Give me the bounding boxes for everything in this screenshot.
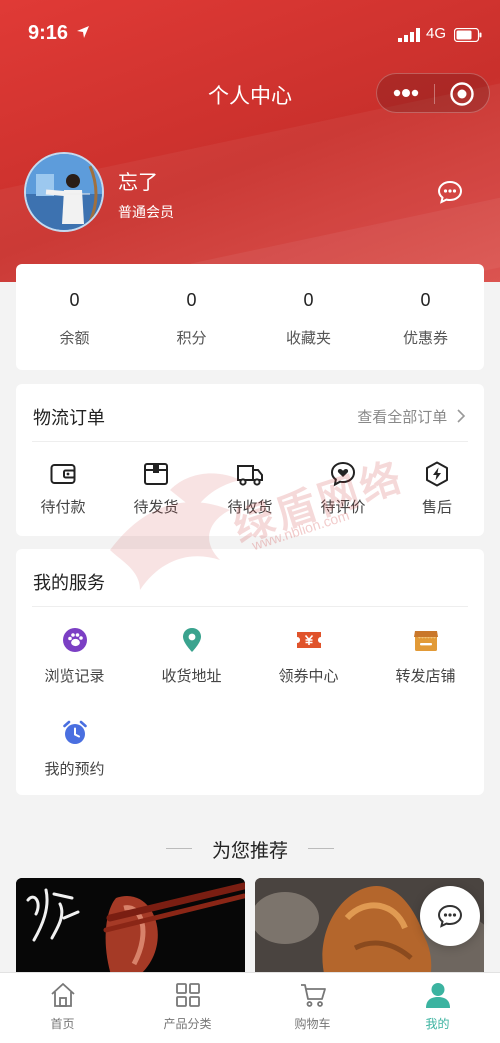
product-image xyxy=(16,878,245,978)
home-icon xyxy=(50,983,75,1007)
view-all-orders-link[interactable]: 查看全部订单 xyxy=(357,406,466,427)
service-label: 转发店铺 xyxy=(395,667,456,685)
order-label: 待评价 xyxy=(320,498,366,516)
chevron-right-icon xyxy=(457,409,466,423)
bottom-tab-bar: 首页 产品分类 购物车 我的 xyxy=(0,972,500,1043)
miniapp-capsule xyxy=(376,73,490,113)
coupon-icon xyxy=(296,632,321,648)
cart-icon xyxy=(300,984,326,1007)
chat-bubble-icon xyxy=(437,904,463,928)
tab-label: 产品分类 xyxy=(163,1017,212,1031)
store-icon xyxy=(413,631,438,651)
username: 忘了 xyxy=(118,170,158,194)
service-label: 我的预约 xyxy=(44,760,105,778)
stat-value: 0 xyxy=(420,290,431,310)
account-stats-card: 0 余额 0 积分 0 收藏夹 0 优惠券 xyxy=(16,264,484,370)
order-after-sales[interactable]: 售后 xyxy=(390,460,484,517)
tab-cart[interactable]: 购物车 xyxy=(250,981,375,1032)
stat-label: 积分 xyxy=(176,329,207,347)
stat-favorites[interactable]: 0 收藏夹 xyxy=(250,290,367,348)
tab-label: 我的 xyxy=(425,1017,450,1031)
tab-categories[interactable]: 产品分类 xyxy=(125,981,250,1032)
services-title: 我的服务 xyxy=(33,573,105,594)
order-label: 待收货 xyxy=(227,498,273,516)
stat-value: 0 xyxy=(186,290,197,310)
signal-icon xyxy=(398,28,420,42)
tab-label: 购物车 xyxy=(294,1017,331,1031)
product-card[interactable] xyxy=(16,878,245,978)
service-label: 收货地址 xyxy=(161,667,222,685)
alarm-clock-icon xyxy=(62,720,87,744)
stat-label: 余额 xyxy=(59,329,90,347)
tab-label: 首页 xyxy=(50,1017,75,1031)
stat-points[interactable]: 0 积分 xyxy=(133,290,250,348)
status-bar: 9:16 4G xyxy=(0,22,500,52)
stat-label: 优惠券 xyxy=(402,329,448,347)
order-label: 待发货 xyxy=(133,498,179,516)
wallet-icon xyxy=(50,464,76,484)
stat-label: 收藏夹 xyxy=(285,329,331,347)
stat-coupons[interactable]: 0 优惠券 xyxy=(367,290,484,348)
battery-icon xyxy=(454,28,482,42)
view-all-label: 查看全部订单 xyxy=(357,408,448,426)
location-arrow-icon xyxy=(77,26,89,38)
orders-card: 物流订单 查看全部订单 待付款 待发货 待收货 待评价 售后 xyxy=(16,384,484,536)
service-my-reservations[interactable]: 我的预约 xyxy=(16,720,133,779)
order-pending-receipt[interactable]: 待收货 xyxy=(203,460,297,517)
status-time: 9:16 xyxy=(28,22,69,44)
service-browse-history[interactable]: 浏览记录 xyxy=(16,627,133,686)
message-icon[interactable] xyxy=(437,180,463,204)
package-icon xyxy=(144,463,168,485)
avatar[interactable] xyxy=(24,152,104,232)
order-pending-shipment[interactable]: 待发货 xyxy=(109,460,203,517)
tab-home[interactable]: 首页 xyxy=(0,981,125,1032)
capsule-divider xyxy=(434,84,435,104)
order-label: 待付款 xyxy=(40,498,86,516)
footprint-icon xyxy=(62,628,87,652)
network-type: 4G xyxy=(426,25,447,42)
member-level: 普通会员 xyxy=(118,205,174,221)
location-pin-icon xyxy=(182,628,201,652)
truck-icon xyxy=(237,465,263,486)
heart-chat-icon xyxy=(330,461,356,487)
user-icon xyxy=(425,983,450,1008)
customer-service-button[interactable] xyxy=(420,886,480,946)
service-shipping-address[interactable]: 收货地址 xyxy=(133,627,250,686)
service-share-store[interactable]: 转发店铺 xyxy=(367,627,484,686)
stat-value: 0 xyxy=(69,290,80,310)
lightning-shield-icon xyxy=(426,461,448,487)
tab-mine[interactable]: 我的 xyxy=(375,981,500,1032)
service-coupon-center[interactable]: 领券中心 xyxy=(250,627,367,686)
recommend-line-right xyxy=(308,848,334,849)
order-label: 售后 xyxy=(421,498,452,516)
close-miniapp-icon[interactable] xyxy=(449,81,475,107)
grid-icon xyxy=(175,983,200,1007)
order-pending-payment[interactable]: 待付款 xyxy=(16,460,110,517)
order-pending-review[interactable]: 待评价 xyxy=(296,460,390,517)
divider xyxy=(32,441,468,442)
stat-balance[interactable]: 0 余额 xyxy=(16,290,133,348)
services-card: 我的服务 浏览记录 收货地址 领券中心 转发店铺 我的预约 xyxy=(16,549,484,795)
more-icon[interactable] xyxy=(391,83,421,103)
divider xyxy=(32,606,468,607)
orders-title: 物流订单 xyxy=(33,408,105,429)
stat-value: 0 xyxy=(303,290,314,310)
recommend-title: 为您推荐 xyxy=(211,840,288,862)
service-label: 领券中心 xyxy=(278,667,339,685)
service-label: 浏览记录 xyxy=(44,667,105,685)
